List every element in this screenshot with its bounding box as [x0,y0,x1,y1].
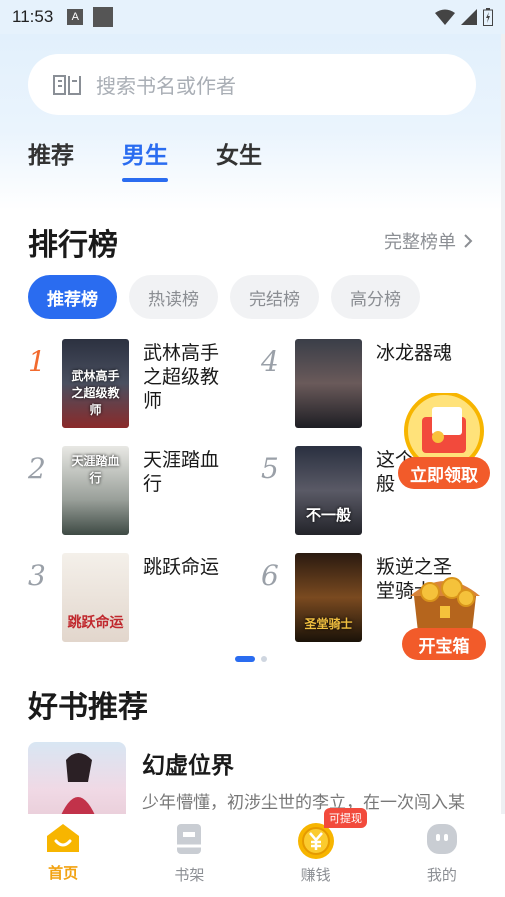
nav-profile-label: 我的 [426,866,457,884]
category-tabs: 推荐 男生 女生 [28,136,262,182]
right-edge-strip [501,34,505,814]
cover-title: 不一般 [305,506,351,524]
ranking-title: 排行榜 [28,228,118,263]
search-input[interactable]: 搜索书名或作者 [28,54,476,115]
book-cover: 天涯踏血行 [62,446,129,535]
chip-recommend[interactable]: 推荐榜 [28,275,117,319]
tab-female[interactable]: 女生 [216,136,262,170]
red-packet-float[interactable]: 立即领取 [398,391,490,493]
book-name: 冰龙器魂 [376,342,453,364]
pager-dot [261,656,267,662]
cover-title: 跳跃命运 [67,615,124,631]
book-name: 跳跃命运 [143,556,220,578]
rank-item-3[interactable]: 3 跳跃命运 跳跃命运 [28,553,229,642]
bottom-navigation: 首页 书架 赚钱 我的 [0,814,505,897]
book-open-icon [53,74,81,95]
treasure-chest-icon [410,577,480,632]
book-cover: 圣堂骑士 [295,553,362,642]
tab-recommend[interactable]: 推荐 [28,136,74,170]
book-cover: 跳跃命运 [62,553,129,642]
book-title: 幻虚位界 [142,753,234,779]
nav-earn-label: 赚钱 [300,866,331,884]
book-cover-art [58,753,98,822]
full-ranking-link[interactable]: 完整榜单 [384,228,473,254]
red-packet-label: 立即领取 [398,457,490,489]
treasure-chest-float[interactable]: 开宝箱 [400,566,490,662]
home-icon [47,824,80,852]
recommend-title: 好书推荐 [28,690,148,725]
book-cover: 不一般 [295,446,362,535]
pager-dot-active [235,656,255,662]
nav-bookshelf-label: 书架 [174,866,205,884]
wifi-icon [435,9,455,25]
ranking-pager [235,656,267,662]
rank-item-1[interactable]: 1 武林高手之超级教师 武林高手之超级教师 [28,339,229,428]
chip-high-score[interactable]: 高分榜 [331,275,420,319]
rank-number: 5 [261,452,279,485]
book-cover [28,742,126,822]
book-cover: 武林高手之超级教师 [62,339,129,428]
status-bar: 11:53 A [0,0,505,34]
cover-title: 圣堂骑士 [304,617,353,631]
rank-number: 6 [261,559,279,592]
full-ranking-label: 完整榜单 [384,232,456,253]
rank-number: 2 [28,452,46,485]
notification-square-icon [93,7,114,27]
tab-male[interactable]: 男生 [122,136,168,182]
bookshelf-icon [177,824,202,854]
book-name: 武林高手之超级教师 [143,342,220,412]
rank-number: 1 [28,345,46,378]
search-placeholder: 搜索书名或作者 [96,74,236,98]
nav-home[interactable]: 首页 [0,814,126,897]
cover-title: 天涯踏血行 [71,454,120,485]
chip-hot[interactable]: 热读榜 [129,275,218,319]
cover-title: 武林高手之超级教师 [71,369,120,417]
nav-home-label: 首页 [48,864,79,882]
chip-finished[interactable]: 完结榜 [230,275,319,319]
chevron-right-icon [464,234,473,248]
withdraw-badge: 可提现 [324,808,367,828]
notification-a-icon: A [67,9,84,25]
nav-profile[interactable]: 我的 [379,814,505,897]
battery-icon [483,8,493,26]
signal-icon [461,9,477,25]
book-cover [295,339,362,428]
status-time: 11:53 [12,7,54,26]
ranking-chips: 推荐榜 热读榜 完结榜 高分榜 [28,275,420,319]
treasure-chest-label: 开宝箱 [402,628,486,660]
rank-number: 4 [261,345,279,378]
book-name: 天涯踏血行 [143,449,220,495]
nav-bookshelf[interactable]: 书架 [126,814,252,897]
rank-item-2[interactable]: 2 天涯踏血行 天涯踏血行 [28,446,229,535]
rank-number: 3 [28,559,46,592]
profile-face-icon [426,824,457,854]
